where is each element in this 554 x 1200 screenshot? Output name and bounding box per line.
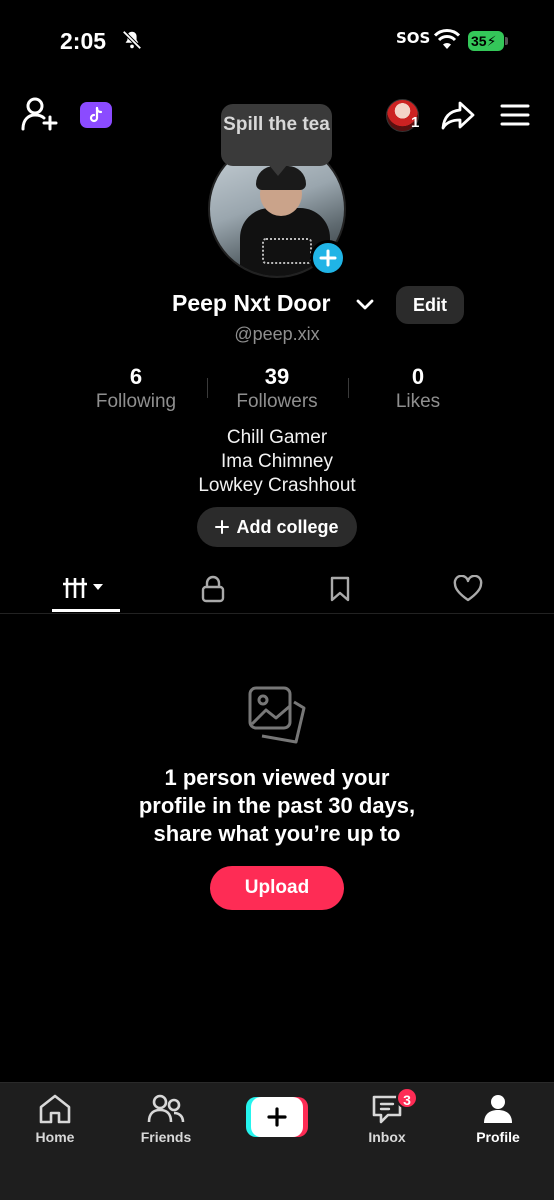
tab-videos[interactable] [52,566,120,612]
add-college-button[interactable]: Add college [197,507,357,547]
tab-private[interactable] [179,566,247,612]
profile-icon [484,1095,512,1123]
stat-followers[interactable]: 39 Followers [207,364,347,414]
bio-line: Lowkey Crashhout [198,475,356,496]
share-icon [441,101,475,130]
wifi-icon [434,29,460,49]
followers-count: 39 [264,364,290,389]
empty-state-line: 1 person viewed your [164,765,390,790]
tab-liked[interactable] [434,566,502,612]
following-count: 6 [129,364,143,389]
likes-label: Likes [395,391,441,412]
bottom-nav: Home Friends Inbox 3 Profile [0,1082,554,1200]
nav-profile[interactable]: Profile [458,1093,538,1145]
followers-label: Followers [236,391,318,412]
nav-home-label: Home [35,1129,75,1145]
upload-button[interactable]: Upload [210,866,344,910]
create-button[interactable] [246,1097,308,1137]
friends-icon [147,1094,185,1123]
display-name[interactable]: Peep Nxt Door [172,290,330,317]
tab-saved[interactable] [306,566,374,612]
stat-likes[interactable]: 0 Likes [348,364,488,414]
tiktok-icon [89,106,103,123]
add-friend-icon [21,97,58,131]
following-label: Following [95,391,177,412]
likes-count: 0 [411,364,425,389]
profile-tabs [0,566,554,614]
plus-icon [267,1107,287,1127]
bio: Chill Gamer Ima Chimney Lowkey Crashhout [0,426,554,498]
status-bar: 2:05 SOS 35⚡ [0,0,554,80]
plus-icon [319,249,337,267]
carrier-label: SOS [396,29,431,47]
nav-profile-label: Profile [476,1129,520,1145]
battery-charging-icon: 35⚡ [468,31,508,51]
note-bubble[interactable]: Spill the tea [221,104,332,176]
nav-inbox-label: Inbox [368,1129,406,1145]
bio-line: Chill Gamer [226,427,328,448]
tiktok-studio-button[interactable] [80,102,112,128]
photos-icon [248,686,306,744]
bell-off-icon [122,30,142,50]
add-friend-button[interactable] [20,96,60,132]
share-profile-button[interactable] [438,96,478,134]
viewer-count: 1 [411,114,420,131]
bookmark-icon [330,576,350,602]
stat-following[interactable]: 6 Following [66,364,206,414]
nav-friends-label: Friends [140,1129,192,1145]
heart-icon [453,575,483,602]
plus-icon [215,520,230,534]
lock-icon [201,575,225,603]
nav-friends[interactable]: Friends [126,1093,206,1145]
menu-icon [500,104,530,126]
videos-grid-icon [63,577,103,598]
add-story-button[interactable] [310,240,346,276]
battery-level: 35 [471,33,487,49]
empty-state-message: 1 person viewed your profile in the past… [0,764,554,848]
status-time: 2:05 [60,28,107,54]
empty-state-line: share what you’re up to [153,821,401,846]
add-college-label: Add college [236,516,339,537]
inbox-badge: 3 [396,1087,418,1109]
home-icon [39,1094,71,1124]
chevron-down-icon[interactable] [355,296,375,314]
nav-home[interactable]: Home [15,1093,95,1145]
username: @peep.xix [234,324,320,344]
edit-profile-button[interactable]: Edit [396,286,464,324]
empty-state-line: profile in the past 30 days, [138,793,416,818]
menu-button[interactable] [496,96,534,134]
bio-line: Ima Chimney [221,451,333,472]
